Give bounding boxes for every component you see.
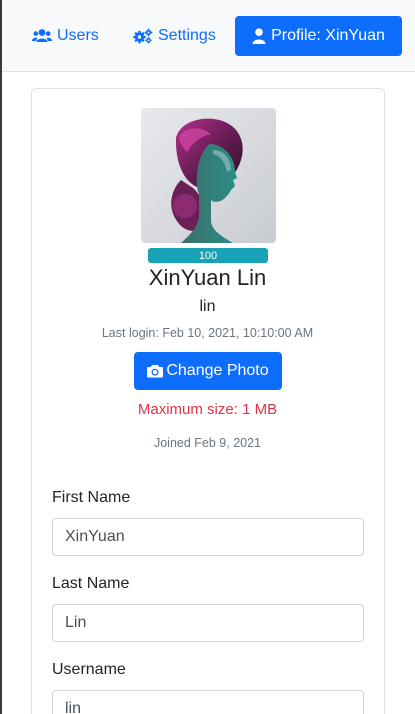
last-login-text: Last login: Feb 10, 2021, 10:10:00 AM bbox=[101, 326, 314, 340]
nav-profile-label: Profile: XinYuan bbox=[271, 27, 385, 44]
username-input[interactable] bbox=[52, 690, 364, 714]
last-name-input[interactable] bbox=[52, 604, 364, 642]
nav-settings-link[interactable]: Settings bbox=[133, 16, 216, 56]
nav-settings-label: Settings bbox=[158, 27, 216, 44]
last-name-label: Last Name bbox=[52, 575, 130, 592]
change-photo-button[interactable]: Change Photo bbox=[134, 352, 282, 390]
users-icon bbox=[32, 28, 52, 44]
top-navbar: Users Settings Profile: XinYuan bbox=[2, 0, 415, 72]
nav-profile-link[interactable]: Profile: XinYuan bbox=[235, 16, 402, 56]
progress-value: 100 bbox=[198, 249, 218, 262]
nav-users-label: Users bbox=[57, 27, 99, 44]
gears-icon bbox=[133, 28, 153, 44]
profile-avatar[interactable] bbox=[141, 108, 276, 243]
user-icon bbox=[252, 28, 266, 44]
nav-users-link[interactable]: Users bbox=[32, 16, 99, 56]
joined-date: Joined Feb 9, 2021 bbox=[153, 436, 262, 450]
profile-full-name: XinYuan Lin bbox=[148, 265, 267, 290]
max-size-note: Maximum size: 1 MB bbox=[137, 401, 278, 418]
first-name-input[interactable] bbox=[52, 518, 364, 556]
left-border bbox=[0, 0, 2, 714]
progress-fill: 100 bbox=[148, 248, 268, 263]
username-label: Username bbox=[52, 661, 126, 678]
profile-username: lin bbox=[199, 298, 216, 315]
first-name-label: First Name bbox=[52, 489, 131, 506]
profile-progress-bar: 100 bbox=[148, 248, 268, 263]
camera-icon bbox=[147, 364, 164, 378]
change-photo-label: Change Photo bbox=[166, 362, 269, 379]
